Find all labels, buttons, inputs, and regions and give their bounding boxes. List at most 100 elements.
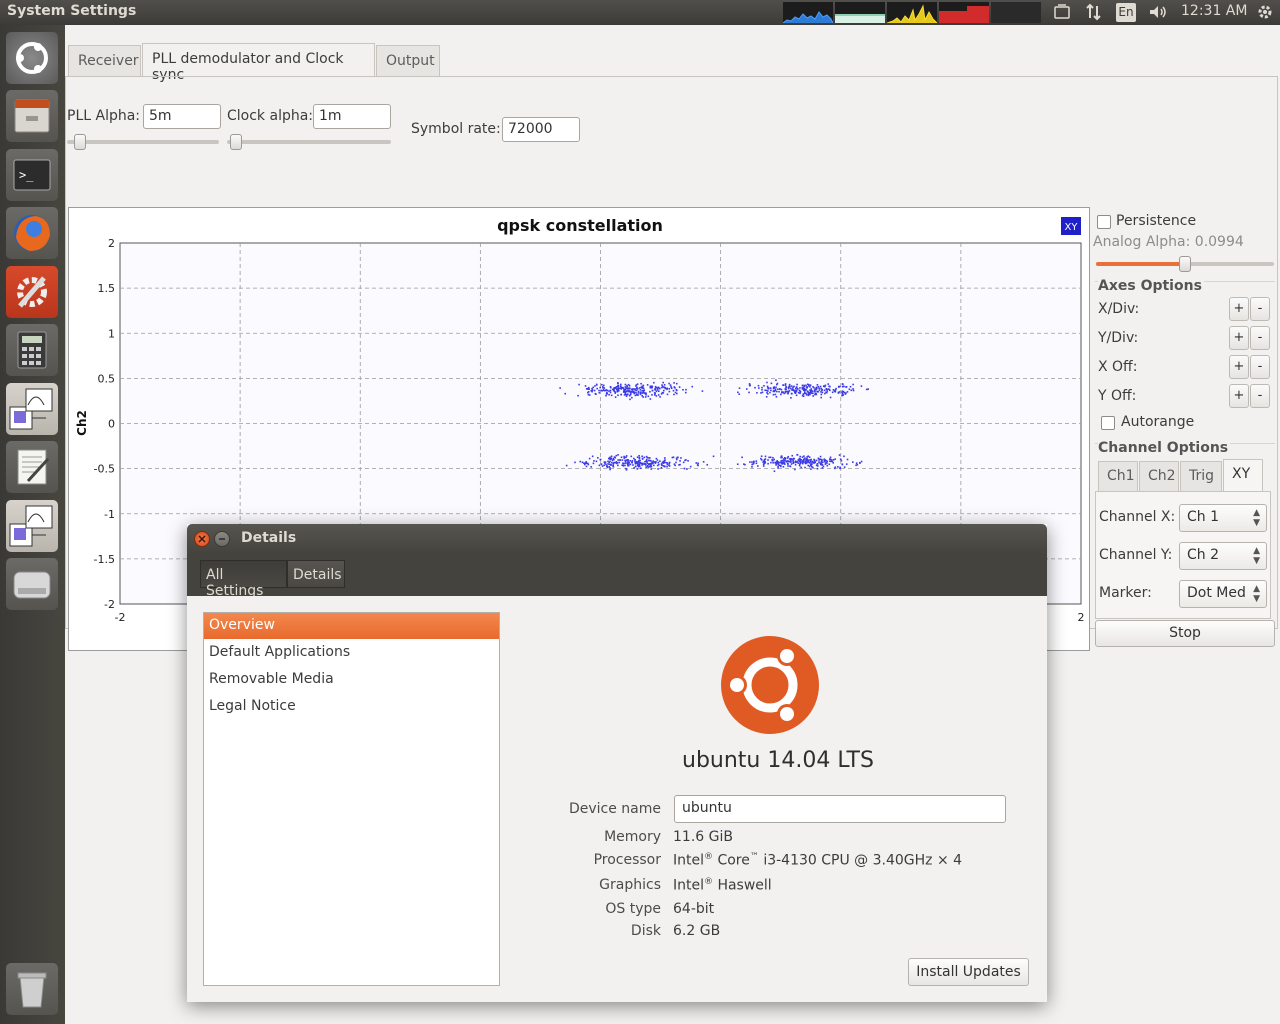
persistence-checkbox[interactable]: [1097, 215, 1111, 229]
nav-item-removable-media[interactable]: Removable Media: [204, 667, 499, 693]
data-point: [626, 384, 628, 387]
firefox-icon[interactable]: [6, 207, 58, 259]
nav-item-overview[interactable]: Overview: [204, 613, 499, 639]
trash-icon[interactable]: [6, 963, 58, 1015]
marker-select[interactable]: Dot Med ▲ ▼: [1179, 580, 1267, 608]
volume-icon[interactable]: [1148, 3, 1168, 25]
data-point: [794, 392, 797, 394]
network-arrows-icon[interactable]: [1085, 3, 1103, 25]
data-point: [672, 456, 675, 459]
data-point: [810, 468, 812, 470]
os-name: ubuntu 14.04 LTS: [682, 748, 874, 773]
y-off-plus-button[interactable]: +: [1229, 384, 1249, 408]
memory-monitor-icon[interactable]: [835, 2, 885, 23]
language-indicator[interactable]: En: [1116, 3, 1136, 22]
data-point: [630, 455, 633, 458]
x-off-minus-button[interactable]: -: [1250, 355, 1270, 379]
symbol-rate-input[interactable]: 72000: [502, 117, 580, 142]
tab-ch2[interactable]: Ch2: [1139, 461, 1179, 491]
y-div-minus-button[interactable]: -: [1250, 326, 1270, 350]
data-point: [829, 385, 831, 388]
data-point: [843, 391, 846, 394]
data-point: [623, 457, 626, 459]
data-point: [810, 389, 812, 392]
y-div-plus-button[interactable]: +: [1229, 326, 1249, 350]
x-off-plus-button[interactable]: +: [1229, 355, 1249, 379]
text-editor-icon[interactable]: [6, 441, 58, 493]
minimize-icon[interactable]: [214, 531, 230, 547]
load-monitor-icon[interactable]: [991, 2, 1041, 23]
data-point: [559, 387, 561, 389]
network-monitor-icon[interactable]: [887, 2, 937, 23]
channel-x-select[interactable]: Ch 1 ▲ ▼: [1179, 504, 1267, 532]
cpu-monitor-icon[interactable]: [783, 2, 833, 23]
device-name-input[interactable]: ubuntu: [674, 795, 1006, 823]
x-div-minus-button[interactable]: -: [1250, 297, 1270, 321]
data-point: [634, 462, 637, 465]
nav-item-default-applications[interactable]: Default Applications: [204, 640, 499, 666]
close-icon[interactable]: [194, 531, 210, 547]
data-point: [675, 461, 677, 464]
data-point: [787, 392, 789, 395]
gnuradio-companion-icon[interactable]: [6, 383, 58, 435]
disk-label: Disk: [630, 923, 661, 939]
y-off-minus-button[interactable]: -: [1250, 384, 1270, 408]
all-settings-button[interactable]: All Settings: [200, 560, 287, 599]
data-point: [574, 461, 576, 464]
data-point: [843, 385, 845, 388]
channel-y-select[interactable]: Ch 2 ▲ ▼: [1179, 542, 1267, 570]
data-point: [638, 457, 641, 460]
tab-xy[interactable]: XY: [1223, 459, 1263, 492]
stop-button[interactable]: Stop: [1095, 620, 1275, 647]
data-point: [767, 462, 769, 465]
disk-monitor-icon[interactable]: [939, 2, 989, 23]
pll-alpha-slider-handle[interactable]: [74, 134, 86, 150]
clock[interactable]: 12:31 AM: [1181, 3, 1247, 19]
gnuradio-companion-icon[interactable]: [6, 500, 58, 552]
data-point: [820, 458, 823, 461]
autorange-checkbox[interactable]: [1101, 416, 1115, 430]
data-point: [610, 455, 613, 458]
channel-options-panel: Channel X: Ch 1 ▲ ▼ Channel Y: Ch 2 ▲ ▼ Mark…: [1095, 491, 1271, 619]
data-point: [831, 460, 834, 463]
terminal-icon[interactable]: >_: [6, 149, 58, 201]
clock-alpha-slider[interactable]: [227, 140, 391, 144]
calculator-icon[interactable]: [6, 324, 58, 376]
clock-alpha-input[interactable]: 1m: [313, 104, 391, 129]
pll-alpha-input[interactable]: 5m: [143, 104, 221, 129]
data-point: [610, 394, 613, 397]
x-div-plus-button[interactable]: +: [1229, 297, 1249, 321]
power-gear-icon[interactable]: [1256, 3, 1274, 25]
data-point: [627, 462, 630, 465]
data-point: [585, 462, 588, 465]
tab-ch1[interactable]: Ch1: [1098, 461, 1138, 491]
data-point: [768, 456, 770, 459]
system-settings-icon[interactable]: [6, 266, 58, 318]
tab-trig[interactable]: Trig: [1180, 461, 1222, 491]
analog-alpha-slider-handle[interactable]: [1179, 256, 1191, 272]
pll-alpha-slider[interactable]: [67, 140, 219, 144]
data-point: [763, 385, 765, 387]
data-point: [793, 457, 795, 460]
data-point: [764, 389, 766, 392]
dash-icon[interactable]: [6, 32, 58, 84]
tab-output[interactable]: Output: [376, 45, 440, 76]
data-point: [803, 392, 806, 394]
data-point: [817, 457, 820, 460]
data-point: [808, 465, 811, 468]
nav-item-legal-notice[interactable]: Legal Notice: [204, 694, 499, 720]
data-point: [664, 459, 666, 461]
data-point: [666, 465, 668, 468]
tab-pll-demodulator[interactable]: PLL demodulator and Clock sync: [142, 43, 375, 83]
data-point: [620, 383, 622, 386]
data-point: [770, 461, 772, 464]
keyboard-indicator-icon[interactable]: [1053, 3, 1071, 25]
breadcrumb-details[interactable]: Details: [287, 560, 345, 588]
files-icon[interactable]: [6, 90, 58, 142]
install-updates-button[interactable]: Install Updates: [908, 958, 1029, 986]
data-point: [642, 392, 645, 394]
tab-receiver[interactable]: Receiver: [68, 45, 141, 76]
clock-alpha-slider-handle[interactable]: [230, 134, 242, 150]
data-point: [748, 383, 751, 385]
disk-icon[interactable]: [6, 558, 58, 610]
